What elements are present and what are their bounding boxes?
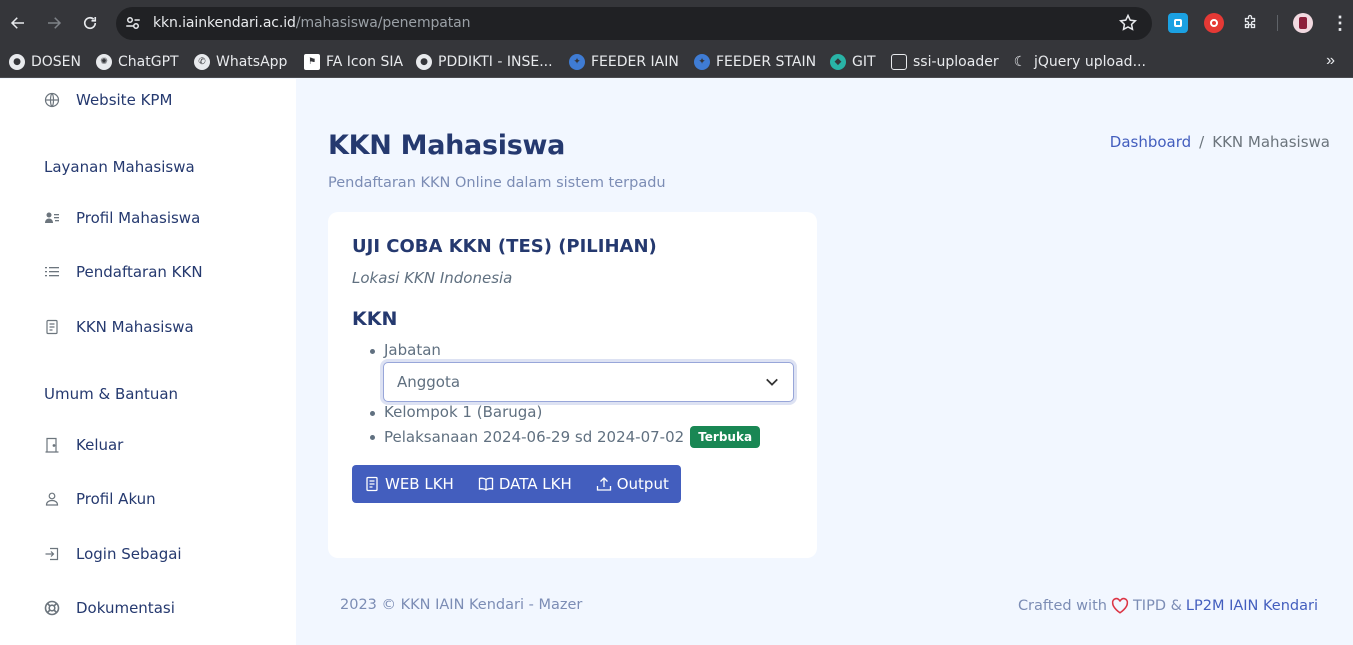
breadcrumb: Dashboard / KKN Mahasiswa [1110,133,1330,151]
back-arrow-icon[interactable] [6,11,30,35]
page-icon [891,54,907,70]
profile-avatar[interactable] [1293,13,1313,33]
chatgpt-icon: ✺ [96,54,112,70]
browser-toolbar: kkn.iainkendari.ac.id/mahasiswa/penempat… [0,0,1353,46]
sidebar-item-login-sebagai[interactable]: Login Sebagai [44,545,182,563]
web-lkh-button[interactable]: WEB LKH [352,465,466,503]
breadcrumb-current: KKN Mahasiswa [1212,133,1330,151]
feeder-icon: ✦ [694,54,710,70]
book-icon [478,477,493,491]
bookmark-jquery[interactable]: ☾ jQuery upload... [1012,52,1146,72]
bookmarks-bar: ● DOSEN ✺ ChatGPT ✆ WhatsApp ⚑ FA Icon SIA ●… [0,46,1353,78]
card-location: Lokasi KKN Indonesia [352,269,513,287]
sidebar-item-keluar[interactable]: Keluar [44,436,123,454]
person-icon [44,491,60,507]
user-lines-icon [44,210,60,226]
card-heading: KKN [352,308,398,330]
url-text[interactable]: kkn.iainkendari.ac.id/mahasiswa/penempat… [153,15,470,31]
footer-credits: Crafted with TIPD & LP2M IAIN Kendari [1017,597,1318,615]
page-subtitle: Pendaftaran KKN Online dalam sistem terp… [328,175,666,191]
breadcrumb-dashboard-link[interactable]: Dashboard [1110,133,1191,151]
puzzle-extensions-icon[interactable] [1240,13,1260,33]
list-bullet [370,435,375,440]
sidebar: Website KPM Layanan Mahasiswa Profil Mah… [0,79,296,645]
action-button-group: WEB LKH DATA LKH Output [352,465,681,503]
heart-icon [1111,597,1129,615]
whatsapp-icon: ✆ [194,54,210,70]
sidebar-item-website-kpm[interactable]: Website KPM [44,91,172,109]
sidebar-item-profil-mahasiswa[interactable]: Profil Mahasiswa [44,209,200,227]
reload-icon[interactable] [78,11,102,35]
jabatan-label: Jabatan [384,341,441,359]
flag-icon: ⚑ [304,54,320,70]
sidebar-item-dokumentasi[interactable]: Dokumentasi [44,599,175,617]
bookmark-feeder-iain[interactable]: ✦ FEEDER IAIN [569,52,679,72]
toolbar-divider [1277,15,1278,31]
sidebar-section-title: Layanan Mahasiswa [44,158,195,176]
pelaksanaan-text: Pelaksanaan 2024-06-29 sd 2024-07-02 [384,428,685,446]
jabatan-selected-value: Anggota [397,373,461,391]
breadcrumb-separator: / [1199,133,1205,151]
globe-icon [44,92,60,108]
login-icon [44,546,60,562]
bookmark-ssi-uploader[interactable]: ssi-uploader [891,52,999,72]
extension-icon[interactable] [1168,13,1188,33]
card-title: UJI COBA KKN (TES) (PILIHAN) [352,236,657,257]
bookmark-chatgpt[interactable]: ✺ ChatGPT [96,52,179,72]
kkn-card: UJI COBA KKN (TES) (PILIHAN) Lokasi KKN … [328,212,817,558]
upload-icon [596,477,611,491]
bookmark-whatsapp[interactable]: ✆ WhatsApp [194,52,287,72]
git-icon: ◆ [830,54,846,70]
site-settings-icon[interactable] [124,14,142,32]
sidebar-item-pendaftaran-kkn[interactable]: Pendaftaran KKN [44,263,203,281]
bookmark-star-icon[interactable] [1118,13,1138,33]
output-button[interactable]: Output [584,465,681,503]
door-icon [44,437,60,453]
bookmark-pddikti[interactable]: ● PDDIKTI - INSE... [416,52,553,72]
life-preserver-icon [44,600,60,616]
list-icon [44,264,60,280]
forward-arrow-icon[interactable] [42,11,66,35]
bookmark-fa-icon-sia[interactable]: ⚑ FA Icon SIA [304,52,403,72]
chevron-down-icon [765,375,779,389]
kelompok-text: Kelompok 1 (Baruga) [384,403,543,421]
journal-icon [366,476,378,492]
footer-copyright: 2023 © KKN IAIN Kendari - Mazer [340,597,583,613]
jabatan-select[interactable]: Anggota [383,362,794,402]
extension-refresh-icon[interactable] [1204,13,1224,33]
sidebar-item-profil-akun[interactable]: Profil Akun [44,490,156,508]
footer-lp2m-link[interactable]: LP2M IAIN Kendari [1186,598,1318,614]
sidebar-item-kkn-mahasiswa[interactable]: KKN Mahasiswa [44,318,194,336]
bookmark-dosen[interactable]: ● DOSEN [9,52,81,72]
journal-icon [44,319,60,335]
globe-icon: ● [9,54,25,70]
address-bar[interactable]: kkn.iainkendari.ac.id/mahasiswa/penempat… [116,7,1152,40]
list-bullet [370,349,375,354]
pelaksanaan-item: Pelaksanaan 2024-06-29 sd 2024-07-02 Ter… [384,426,761,448]
status-badge: Terbuka [690,426,761,448]
list-bullet [370,411,375,416]
kebab-menu-icon[interactable]: ⋮ [1330,13,1350,33]
sidebar-section-title: Umum & Bantuan [44,385,179,403]
bookmarks-overflow-icon[interactable]: » [1326,52,1335,70]
jquery-icon: ☾ [1013,54,1027,70]
bookmark-feeder-stain[interactable]: ✦ FEEDER STAIN [694,52,816,72]
globe-icon: ● [416,54,432,70]
page-title: KKN Mahasiswa [328,130,566,161]
bookmark-git[interactable]: ◆ GIT [830,52,876,72]
feeder-icon: ✦ [569,54,585,70]
data-lkh-button[interactable]: DATA LKH [466,465,584,503]
